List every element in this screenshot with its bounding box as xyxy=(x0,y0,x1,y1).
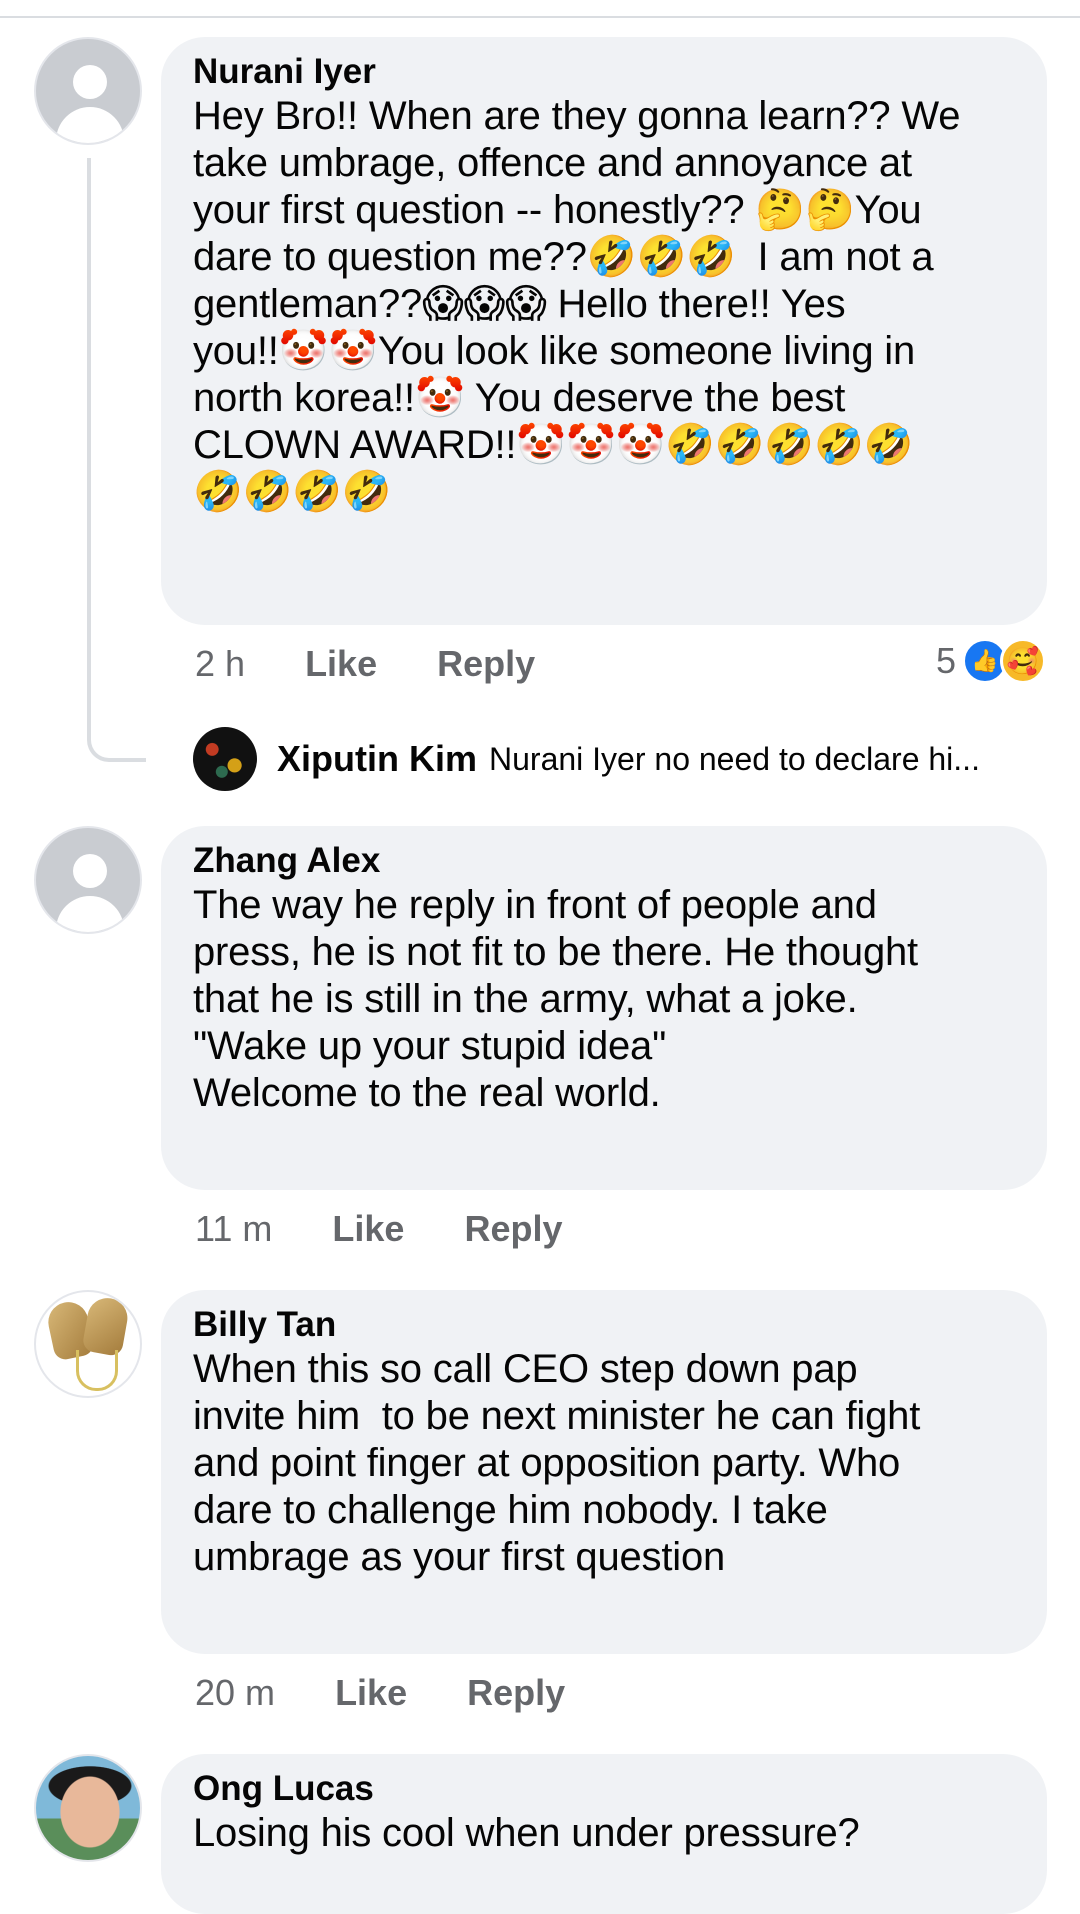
reactions-summary[interactable]: 5 👍 🥰 xyxy=(936,638,1046,684)
avatar[interactable] xyxy=(34,1754,142,1862)
comment-author[interactable]: Zhang Alex xyxy=(193,840,1013,882)
comment-text-line: invite him to be next minister he can fi… xyxy=(193,1394,921,1438)
comment-text-line: "Wake up your stupid idea" xyxy=(193,1024,667,1068)
avatar[interactable] xyxy=(34,1290,142,1398)
comment-time: 11 m xyxy=(195,1208,273,1249)
thread-connector xyxy=(87,158,146,762)
comment-text-line: take umbrage, offence and annoyance at xyxy=(193,141,912,185)
comment-actions: 20 m Like Reply xyxy=(195,1672,615,1714)
reply-button[interactable]: Reply xyxy=(467,1672,565,1713)
comment-author[interactable]: Ong Lucas xyxy=(193,1768,1013,1810)
comment-text-line: gentleman??😱😱😱 Hello there!! Yes xyxy=(193,282,846,326)
reply-button[interactable]: Reply xyxy=(437,643,535,684)
comment-text-line: your first question -- honestly?? 🤔🤔You xyxy=(193,188,922,232)
comment-text-line: The way he reply in front of people and xyxy=(193,883,877,927)
top-divider xyxy=(0,16,1080,18)
comment-text-line: When this so call CEO step down pap xyxy=(193,1347,858,1391)
comment-time: 2 h xyxy=(195,643,246,684)
comment-bubble: Ong Lucas Losing his cool when under pre… xyxy=(161,1754,1047,1914)
comment-text-line: north korea!!🤡 You deserve the best xyxy=(193,376,846,420)
avatar xyxy=(193,727,257,791)
comment-text-line: dare to question me??🤣🤣🤣 I am not a xyxy=(193,235,934,279)
reply-author: Xiputin Kim xyxy=(277,738,477,779)
comment-text-line: you!!🤡🤡You look like someone living in xyxy=(193,329,916,373)
comment-author[interactable]: Nurani Iyer xyxy=(193,51,1013,93)
comment-text-line: press, he is not fit to be there. He tho… xyxy=(193,930,918,974)
comment-text-line: Losing his cool when under pressure? xyxy=(193,1811,860,1855)
comment-bubble: Nurani Iyer Hey Bro!! When are they gonn… xyxy=(161,37,1047,625)
comment-text-line: that he is still in the army, what a jok… xyxy=(193,977,858,1021)
reply-preview[interactable]: Xiputin Kim Nurani Iyer no need to decla… xyxy=(193,725,1053,793)
avatar[interactable] xyxy=(34,37,142,145)
like-button[interactable]: Like xyxy=(305,643,377,684)
comment-text-line: CLOWN AWARD!!🤡🤡🤡🤣🤣🤣🤣🤣 xyxy=(193,423,914,467)
comment-text-line: Welcome to the real world. xyxy=(193,1071,661,1115)
reply-snippet: Nurani Iyer no need to declare hi... xyxy=(489,740,980,777)
comment-text-line: dare to challenge him nobody. I take xyxy=(193,1488,828,1532)
comment-text-line: Hey Bro!! When are they gonna learn?? We xyxy=(193,94,961,138)
comment-bubble: Billy Tan When this so call CEO step dow… xyxy=(161,1290,1047,1654)
avatar[interactable] xyxy=(34,826,142,934)
like-button[interactable]: Like xyxy=(335,1672,407,1713)
like-button[interactable]: Like xyxy=(332,1208,404,1249)
comment-text-line: umbrage as your first question xyxy=(193,1535,726,1579)
comment-bubble: Zhang Alex The way he reply in front of … xyxy=(161,826,1047,1190)
reply-button[interactable]: Reply xyxy=(464,1208,562,1249)
reaction-count: 5 xyxy=(935,640,956,681)
care-icon: 🥰 xyxy=(1000,638,1046,684)
comment-text-line: and point finger at opposition party. Wh… xyxy=(193,1441,901,1485)
comment-author[interactable]: Billy Tan xyxy=(193,1304,1013,1346)
comment-actions: 11 m Like Reply xyxy=(195,1208,613,1250)
comment-time: 20 m xyxy=(195,1672,276,1713)
comment-actions: 2 h Like Reply xyxy=(195,643,585,685)
comment-text-line: 🤣🤣🤣🤣 xyxy=(193,470,392,514)
